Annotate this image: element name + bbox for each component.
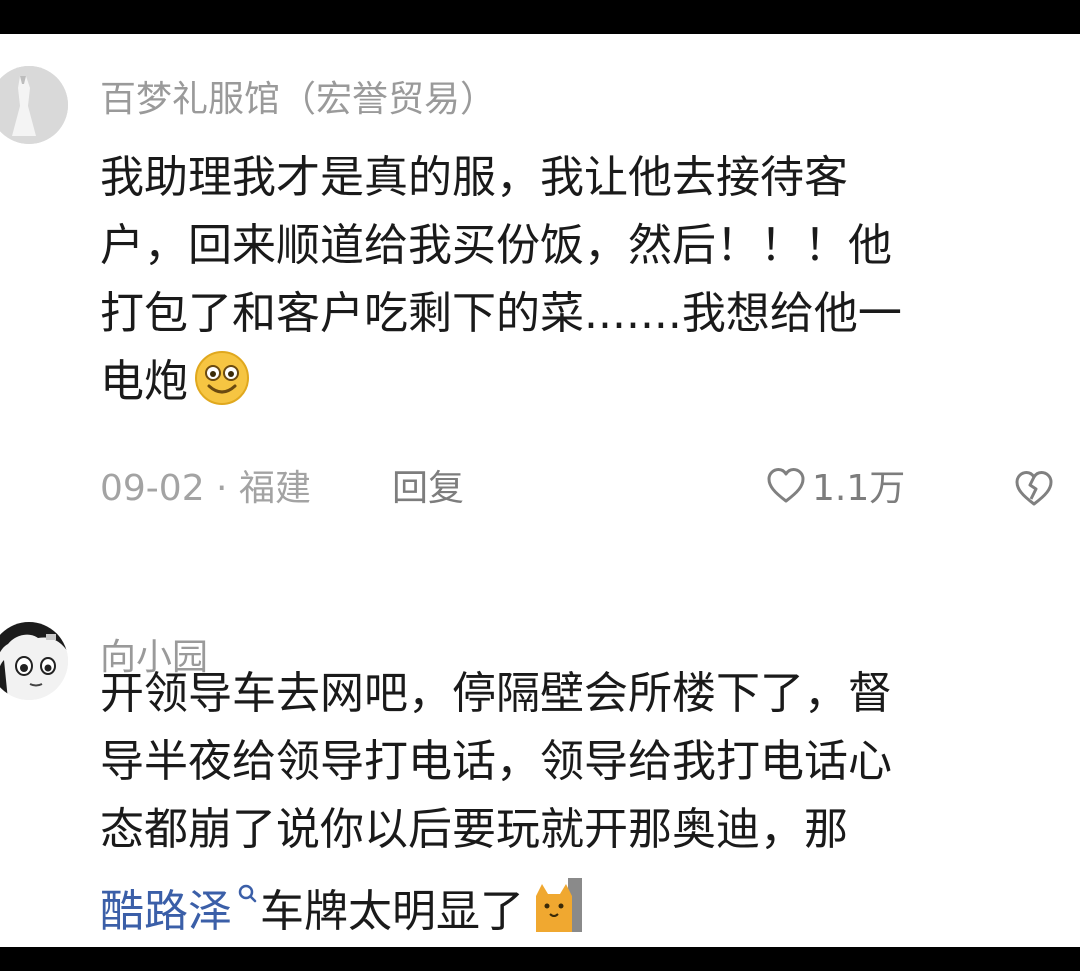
comment-text-line: 打包了和客户吃剩下的菜.......我想给他一 — [100, 288, 902, 339]
comment-text-line: 态都崩了说你以后要玩就开那奥迪，那 — [100, 804, 848, 855]
avatar[interactable] — [0, 66, 68, 144]
comment-meta: 09-02 · 福建 回复 1.1万 — [100, 464, 1060, 514]
comment-username[interactable]: 百梦礼服馆（宏誉贸易） — [100, 82, 496, 118]
cat-icon — [532, 876, 584, 934]
comment-text: 开领导车去网吧，停隔壁会所楼下了，督 导半夜给领导打电话，领导给我打电话心 态都… — [100, 660, 892, 937]
comment-text-line: 电炮 — [100, 348, 902, 416]
comment-text-tail: 电炮 — [100, 356, 188, 407]
comment-text-line: 酷路泽 车牌太明显了 — [100, 864, 892, 937]
avatar[interactable] — [0, 622, 68, 700]
comment-text-line: 我助理我才是真的服，我让他去接待客 — [100, 152, 848, 203]
reply-button[interactable]: 回复 — [392, 464, 464, 514]
comment-text: 我助理我才是真的服，我让他去接待客 户，回来顺道给我买份饭，然后！！！他 打包了… — [100, 144, 902, 416]
comment-text-line: 导半夜给领导打电话，领导给我打电话心 — [100, 736, 892, 787]
comment-text-tail: 车牌太明显了 — [260, 886, 524, 937]
comment-date-location: 09-02 · 福建 — [100, 468, 311, 509]
smiling-face-icon — [194, 350, 250, 406]
search-icon — [236, 864, 258, 903]
comment-text-line: 户，回来顺道给我买份饭，然后！！！他 — [100, 220, 892, 271]
like-count: 1.1万 — [812, 468, 906, 509]
comment-text-line: 开领导车去网吧，停隔壁会所楼下了，督 — [100, 668, 892, 719]
bottom-black-bar — [0, 947, 1080, 971]
search-link[interactable]: 酷路泽 — [100, 886, 232, 937]
like-button[interactable]: 1.1万 — [766, 464, 905, 514]
top-black-bar — [0, 0, 1080, 34]
dislike-icon[interactable] — [1014, 469, 1054, 509]
comment-feed[interactable]: 百梦礼服馆（宏誉贸易） 我助理我才是真的服，我让他去接待客 户，回来顺道给我买份… — [0, 34, 1080, 947]
heart-icon — [766, 466, 806, 506]
